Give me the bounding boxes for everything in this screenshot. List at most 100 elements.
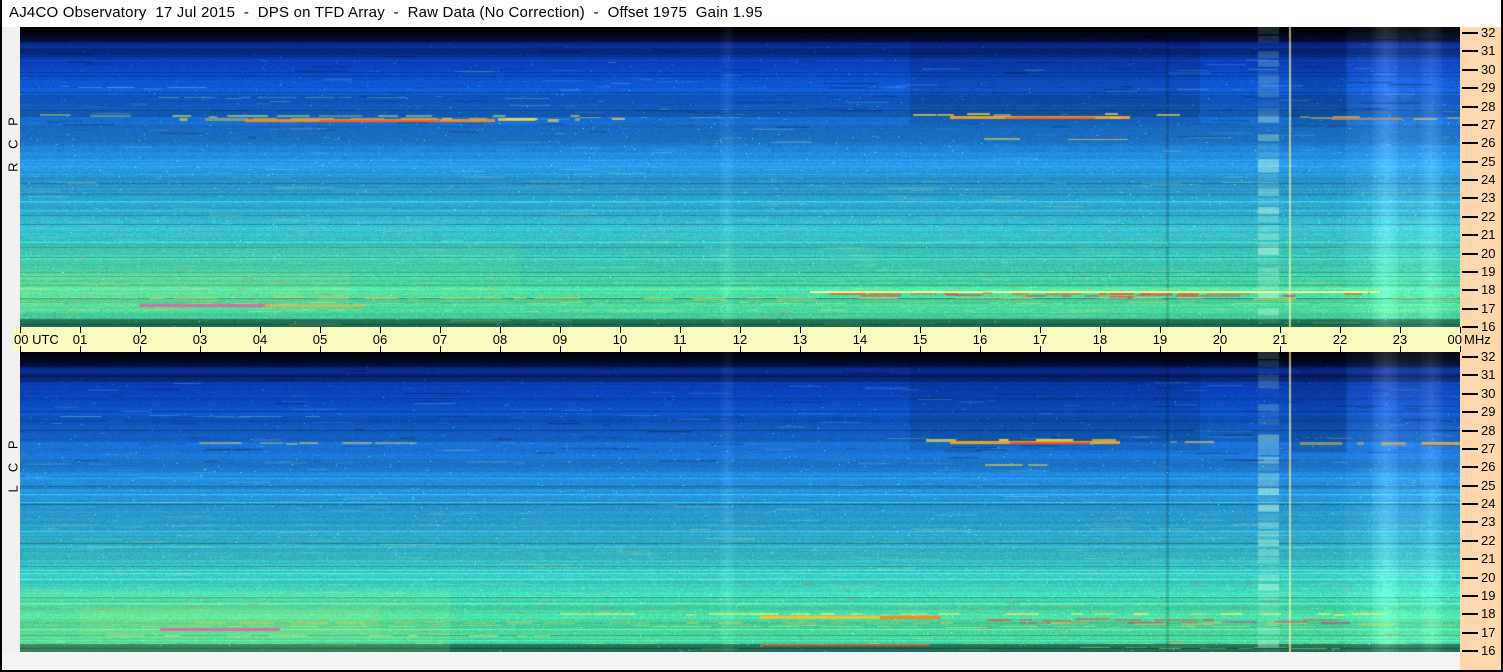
- title-bar: AJ4CO Observatory 17 Jul 2015 - DPS on T…: [2, 0, 1501, 27]
- time-tick-label: 16: [972, 332, 988, 347]
- dps-viewer-window: AJ4CO Observatory 17 Jul 2015 - DPS on T…: [0, 0, 1503, 672]
- freq-tick: [1462, 595, 1478, 597]
- freq-tick-label: 22: [1481, 533, 1496, 548]
- freq-tick-label: 31: [1481, 43, 1496, 58]
- time-tick-label: 15: [912, 332, 928, 347]
- freq-tick-label: 27: [1481, 441, 1496, 456]
- freq-tick-label: 26: [1481, 135, 1496, 150]
- freq-tick: [1462, 50, 1478, 52]
- freq-tick: [1462, 577, 1478, 579]
- freq-tick-label: 20: [1481, 570, 1496, 585]
- freq-tick-label: 31: [1481, 367, 1496, 382]
- freq-tick-label: 29: [1481, 404, 1496, 419]
- freq-tick-label: 16: [1481, 643, 1496, 658]
- freq-tick: [1462, 466, 1478, 468]
- freq-tick: [1462, 32, 1478, 34]
- freq-tick: [1462, 430, 1478, 432]
- spectrogram-rcp: [20, 27, 1460, 327]
- freq-tick: [1462, 87, 1478, 89]
- freq-tick: [1462, 106, 1478, 108]
- freq-tick: [1462, 234, 1478, 236]
- freq-tick: [1462, 161, 1478, 163]
- freq-tick-label: 29: [1481, 80, 1496, 95]
- freq-tick-label: 16: [1481, 319, 1496, 334]
- freq-tick: [1462, 650, 1478, 652]
- time-tick-label: 20: [1212, 332, 1228, 347]
- time-tick-label: 04: [252, 332, 268, 347]
- freq-tick-label: 25: [1481, 154, 1496, 169]
- freq-tick: [1462, 393, 1478, 395]
- time-tick-label: 12: [732, 332, 748, 347]
- time-tick-label: 11: [673, 332, 687, 347]
- freq-tick-label: 23: [1481, 190, 1496, 205]
- freq-tick-label: 19: [1481, 264, 1496, 279]
- freq-tick: [1462, 216, 1478, 218]
- polarization-label-lcp: L C P: [5, 435, 21, 493]
- freq-tick: [1462, 411, 1478, 413]
- freq-tick-label: 30: [1481, 386, 1496, 401]
- time-tick-label: 18: [1092, 332, 1108, 347]
- freq-tick: [1462, 142, 1478, 144]
- time-tick-label: 00: [1447, 332, 1462, 347]
- freq-tick-label: 32: [1481, 349, 1496, 364]
- freq-tick: [1462, 271, 1478, 273]
- freq-tick: [1462, 521, 1478, 523]
- freq-tick: [1462, 197, 1478, 199]
- time-tick-label: 02: [132, 332, 148, 347]
- freq-tick-label: 22: [1481, 209, 1496, 224]
- freq-tick: [1462, 485, 1478, 487]
- time-tick-label: 06: [372, 332, 388, 347]
- time-tick-label: 17: [1032, 332, 1048, 347]
- freq-tick-label: 18: [1481, 606, 1496, 621]
- freq-tick-label: 21: [1481, 551, 1496, 566]
- freq-tick-label: 19: [1481, 588, 1496, 603]
- time-tick-label: 05: [312, 332, 328, 347]
- freq-tick-label: 30: [1481, 62, 1496, 77]
- freq-tick: [1462, 374, 1478, 376]
- freq-tick-label: 25: [1481, 478, 1496, 493]
- freq-tick: [1462, 503, 1478, 505]
- window-title: AJ4CO Observatory 17 Jul 2015 - DPS on T…: [9, 4, 763, 21]
- freq-tick-label: 23: [1481, 514, 1496, 529]
- time-tick-label: 07: [432, 332, 448, 347]
- freq-tick: [1462, 326, 1478, 328]
- time-tick-label: 00 UTC: [14, 332, 59, 347]
- freq-tick-label: 21: [1481, 227, 1496, 242]
- time-tick-label: 22: [1332, 332, 1348, 347]
- time-tick-label: 23: [1392, 332, 1408, 347]
- time-tick-label: 10: [612, 332, 628, 347]
- freq-tick-label: 27: [1481, 117, 1496, 132]
- time-tick-label: 19: [1152, 332, 1168, 347]
- freq-tick-label: 17: [1481, 301, 1496, 316]
- freq-tick: [1462, 179, 1478, 181]
- freq-tick-label: 28: [1481, 423, 1496, 438]
- freq-tick-label: 17: [1481, 625, 1496, 640]
- time-tick-label: 21: [1272, 332, 1288, 347]
- bottom-margin: [2, 652, 1460, 670]
- time-tick-label: 08: [492, 332, 508, 347]
- time-tick-label: 03: [192, 332, 208, 347]
- time-tick-label: 13: [792, 332, 808, 347]
- freq-tick-label: 24: [1481, 172, 1496, 187]
- spectrogram-lcp: [20, 352, 1460, 652]
- freq-tick: [1462, 613, 1478, 615]
- freq-tick-label: 20: [1481, 246, 1496, 261]
- freq-tick: [1462, 632, 1478, 634]
- time-tick-label: 01: [72, 332, 88, 347]
- freq-tick: [1462, 558, 1478, 560]
- freq-tick: [1462, 289, 1478, 291]
- freq-tick: [1462, 356, 1478, 358]
- freq-tick-label: 32: [1481, 25, 1496, 40]
- freq-tick: [1462, 540, 1478, 542]
- polarization-label-rcp: R C P: [5, 112, 21, 172]
- freq-tick: [1462, 448, 1478, 450]
- freq-tick-label: 18: [1481, 282, 1496, 297]
- freq-tick-label: 28: [1481, 99, 1496, 114]
- freq-tick: [1462, 308, 1478, 310]
- freq-tick-label: 26: [1481, 459, 1496, 474]
- time-tick-label: 09: [552, 332, 568, 347]
- freq-tick: [1462, 124, 1478, 126]
- time-tick-label: 14: [852, 332, 868, 347]
- freq-tick: [1462, 253, 1478, 255]
- freq-tick-label: 24: [1481, 496, 1496, 511]
